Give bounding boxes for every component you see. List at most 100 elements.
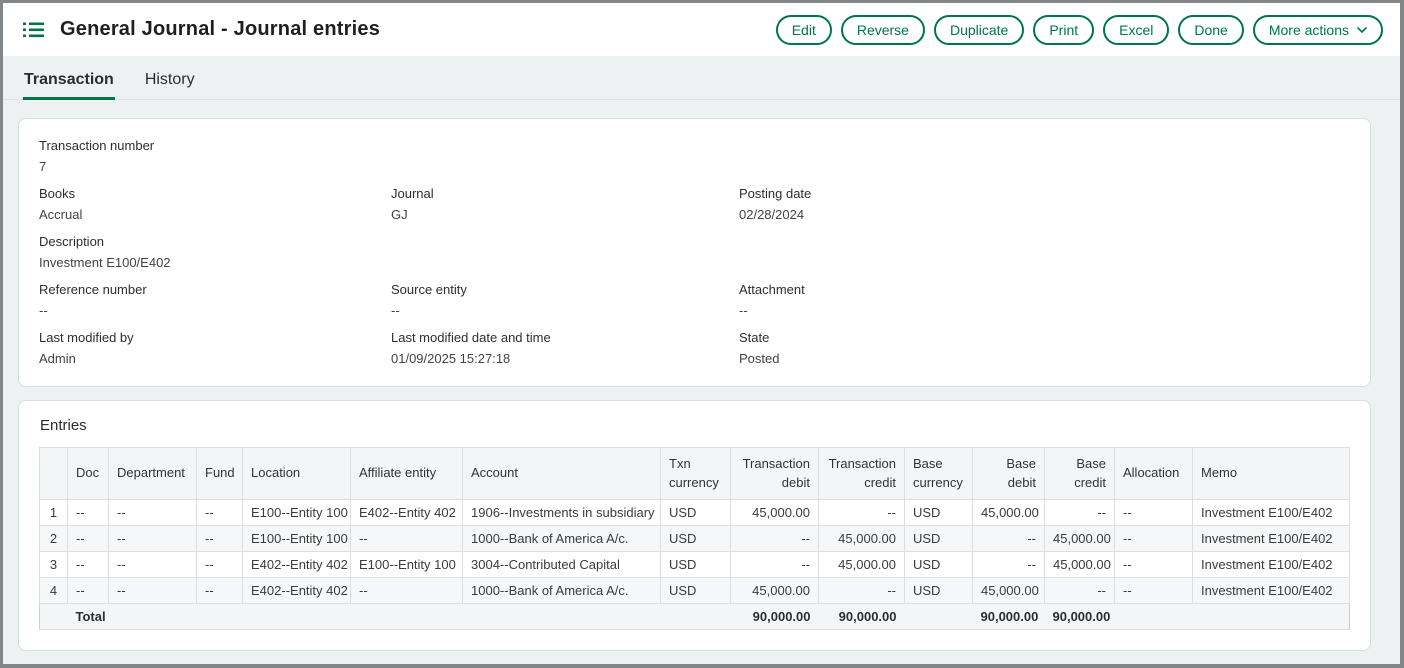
print-button[interactable]: Print: [1033, 15, 1094, 45]
row-number-cell: 3: [40, 552, 68, 578]
field-value: Posted: [739, 351, 1350, 366]
total-cell: [351, 604, 463, 630]
table-cell: --: [1115, 578, 1193, 604]
table-cell: USD: [661, 552, 731, 578]
field: Last modified date and time01/09/2025 15…: [391, 330, 739, 366]
field-value: 01/09/2025 15:27:18: [391, 351, 739, 366]
field: Reference number--: [39, 282, 391, 318]
column-header: Account: [463, 448, 661, 500]
column-header: Transaction credit: [819, 448, 905, 500]
total-cell: [1115, 604, 1193, 630]
main-content: Transaction number7BooksAccrualJournalGJ…: [3, 100, 1400, 664]
field: Source entity --: [391, 282, 739, 318]
table-cell: Investment E100/E402: [1193, 526, 1350, 552]
table-cell: --: [197, 500, 243, 526]
column-header: Location: [243, 448, 351, 500]
row-number-cell: 2: [40, 526, 68, 552]
excel-button-label: Excel: [1119, 22, 1153, 38]
field-value: 02/28/2024: [739, 207, 1350, 222]
field-value: Investment E100/E402: [39, 255, 391, 270]
field-label: State: [739, 330, 1350, 345]
list-menu-icon[interactable]: [23, 21, 45, 38]
total-cell: 90,000.00: [731, 604, 819, 630]
column-header: Allocation: [1115, 448, 1193, 500]
reverse-button[interactable]: Reverse: [841, 15, 925, 45]
edit-button[interactable]: Edit: [776, 15, 832, 45]
table-row: 4------E402--Entity 402--1000--Bank of A…: [40, 578, 1350, 604]
field-value: GJ: [391, 207, 739, 222]
table-cell: USD: [661, 526, 731, 552]
total-cell: [197, 604, 243, 630]
column-header: Base credit: [1045, 448, 1115, 500]
table-cell: E100--Entity 100: [351, 552, 463, 578]
table-cell: --: [973, 526, 1045, 552]
entries-header-row: DocDepartmentFundLocationAffiliate entit…: [40, 448, 1350, 500]
entries-heading: Entries: [40, 417, 1350, 434]
transaction-details-card: Transaction number7BooksAccrualJournalGJ…: [18, 118, 1371, 387]
field-label: Last modified by: [39, 330, 391, 345]
table-row: 2------E100--Entity 100--1000--Bank of A…: [40, 526, 1350, 552]
table-cell: USD: [905, 500, 973, 526]
table-cell: --: [109, 578, 197, 604]
table-cell: Investment E100/E402: [1193, 578, 1350, 604]
table-cell: 45,000.00: [819, 552, 905, 578]
table-cell: USD: [661, 500, 731, 526]
more-actions-button[interactable]: More actions: [1253, 15, 1383, 45]
reverse-button-label: Reverse: [857, 22, 909, 38]
entries-body: 1------E100--Entity 100E402--Entity 4021…: [40, 500, 1350, 630]
table-cell: 3004--Contributed Capital: [463, 552, 661, 578]
field-label: Description: [39, 234, 391, 249]
page-title: General Journal - Journal entries: [60, 18, 380, 41]
field: Last modified by Admin: [39, 330, 391, 366]
total-cell: 90,000.00: [819, 604, 905, 630]
table-cell: --: [819, 578, 905, 604]
column-header: Fund: [197, 448, 243, 500]
field-label: Transaction number: [39, 138, 391, 153]
table-cell: 45,000.00: [1045, 552, 1115, 578]
total-cell: [1193, 604, 1350, 630]
table-cell: 45,000.00: [731, 500, 819, 526]
edit-button-label: Edit: [792, 22, 816, 38]
done-button[interactable]: Done: [1178, 15, 1243, 45]
table-cell: --: [68, 578, 109, 604]
table-cell: 45,000.00: [973, 578, 1045, 604]
table-cell: --: [973, 552, 1045, 578]
entries-card: Entries DocDepartmentFundLocationAffilia…: [18, 400, 1371, 651]
tab-history[interactable]: History: [144, 71, 196, 100]
duplicate-button[interactable]: Duplicate: [934, 15, 1024, 45]
table-cell: --: [731, 552, 819, 578]
field-row: Description Investment E100/E402: [39, 234, 1350, 270]
total-cell: [109, 604, 197, 630]
field-label: Books: [39, 186, 391, 201]
field-row: Reference number--Source entity--Attachm…: [39, 282, 1350, 318]
tab-transaction[interactable]: Transaction: [23, 71, 115, 100]
table-cell: --: [109, 500, 197, 526]
table-cell: E402--Entity 402: [243, 578, 351, 604]
total-cell: [243, 604, 351, 630]
table-row: 3 -- -- -- E402--Entity 402E100--Entity 1003…: [40, 552, 1350, 578]
field-label: Source entity: [391, 282, 739, 297]
table-cell: 1906--Investments in subsidiary: [463, 500, 661, 526]
table-cell: --: [68, 500, 109, 526]
table-cell: --: [109, 552, 197, 578]
table-cell: USD: [905, 526, 973, 552]
chevron-down-icon: [1357, 27, 1367, 33]
column-header: Memo: [1193, 448, 1350, 500]
table-row: 1------E100--Entity 100E402--Entity 4021…: [40, 500, 1350, 526]
table-cell: USD: [661, 578, 731, 604]
field-value: --: [391, 303, 739, 318]
table-cell: E402--Entity 402: [243, 552, 351, 578]
excel-button[interactable]: Excel: [1103, 15, 1169, 45]
table-cell: --: [197, 578, 243, 604]
field-row: BooksAccrualJournalGJPosting date02/28/2…: [39, 186, 1350, 222]
table-cell: 45,000.00: [819, 526, 905, 552]
table-cell: --: [731, 526, 819, 552]
field: BooksAccrual: [39, 186, 391, 222]
table-cell: --: [351, 526, 463, 552]
top-bar: General Journal - Journal entries Edit Re…: [3, 3, 1400, 56]
field-value: Admin: [39, 351, 391, 366]
total-cell: 90,000.00: [1045, 604, 1115, 630]
field-label: Journal: [391, 186, 739, 201]
total-cell: [905, 604, 973, 630]
table-cell: E100--Entity 100: [243, 526, 351, 552]
